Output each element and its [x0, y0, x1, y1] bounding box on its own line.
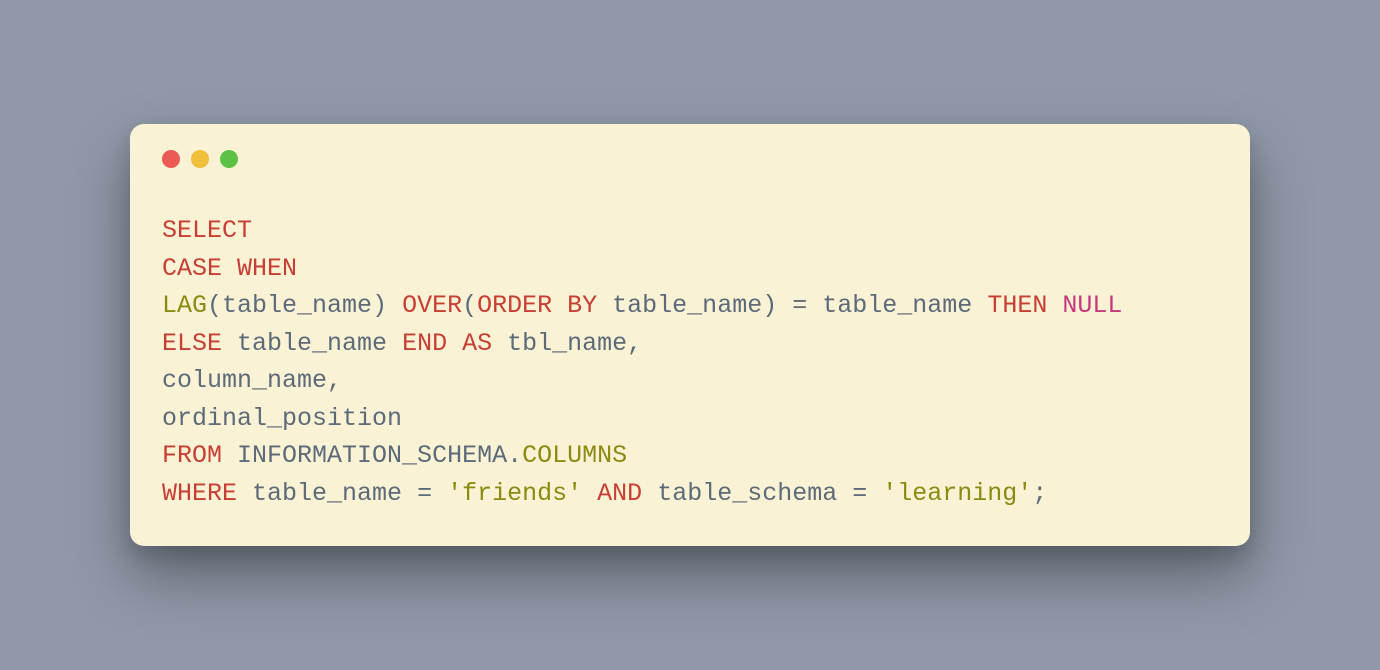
ident-table-name: table_name [822, 291, 972, 320]
close-icon[interactable] [162, 150, 180, 168]
ident-ordinal-position: ordinal_position [162, 404, 402, 433]
code-line: SELECT [162, 216, 252, 245]
code-line: ordinal_position [162, 404, 402, 433]
ident-column-name: column_name [162, 366, 327, 395]
ident-table-name: table_name [612, 291, 762, 320]
kw-end: END [402, 329, 447, 358]
kw-where: WHERE [162, 479, 237, 508]
kw-when: WHEN [237, 254, 297, 283]
code-line: CASE WHEN [162, 254, 297, 283]
kw-null: NULL [1062, 291, 1122, 320]
kw-select: SELECT [162, 216, 252, 245]
ident-columns: COLUMNS [522, 441, 627, 470]
code-line: WHERE table_name = 'friends' AND table_s… [162, 479, 1047, 508]
op-eq: = [417, 479, 432, 508]
ident-table-name: table_name [252, 479, 402, 508]
ident-table-schema: table_schema [657, 479, 837, 508]
code-line: FROM INFORMATION_SCHEMA.COLUMNS [162, 441, 627, 470]
code-line: ELSE table_name END AS tbl_name, [162, 329, 642, 358]
kw-from: FROM [162, 441, 222, 470]
kw-and: AND [597, 479, 642, 508]
minimize-icon[interactable] [191, 150, 209, 168]
kw-order-by: ORDER BY [477, 291, 597, 320]
code-line: column_name, [162, 366, 342, 395]
ident-table-name: table_name [222, 291, 372, 320]
window-controls [162, 150, 1218, 168]
ident-information-schema: INFORMATION_SCHEMA [237, 441, 507, 470]
zoom-icon[interactable] [220, 150, 238, 168]
kw-as: AS [462, 329, 492, 358]
op-eq: = [792, 291, 807, 320]
code-window: SELECT CASE WHEN LAG(table_name) OVER(OR… [130, 124, 1250, 546]
alias-tbl-name: tbl_name [507, 329, 627, 358]
str-friends: 'friends' [447, 479, 582, 508]
kw-over: OVER [402, 291, 462, 320]
ident-table-name: table_name [237, 329, 387, 358]
str-learning: 'learning' [882, 479, 1032, 508]
kw-case: CASE [162, 254, 222, 283]
kw-else: ELSE [162, 329, 222, 358]
kw-then: THEN [987, 291, 1047, 320]
fn-lag: LAG [162, 291, 207, 320]
code-line: LAG(table_name) OVER(ORDER BY table_name… [162, 291, 1122, 320]
code-block: SELECT CASE WHEN LAG(table_name) OVER(OR… [162, 212, 1218, 512]
op-eq: = [852, 479, 867, 508]
